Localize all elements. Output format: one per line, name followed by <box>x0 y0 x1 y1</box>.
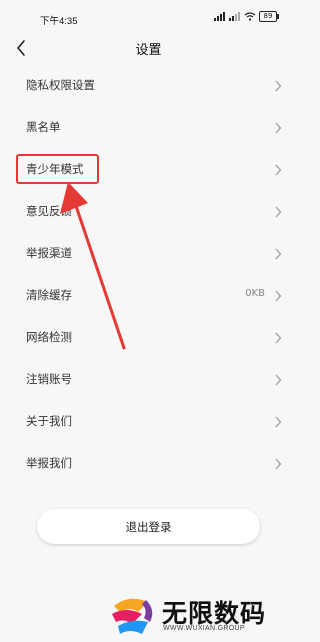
chevron-right-icon <box>275 416 282 428</box>
settings-item-label: 网络检测 <box>26 330 72 344</box>
settings-item-label: 意见反馈 <box>26 204 72 218</box>
settings-item-blacklist[interactable]: 黑名单 <box>0 106 297 148</box>
settings-item-about-us[interactable]: 关于我们 <box>0 400 297 442</box>
chevron-right-icon <box>275 80 282 92</box>
logout-button[interactable]: 退出登录 <box>37 509 260 544</box>
settings-list: 隐私权限设置 黑名单 青少年模式 意见反馈 举报渠道 清除缓存 0KB 网络检测… <box>0 64 297 484</box>
status-bar: 下午4:35 89 <box>0 0 297 36</box>
settings-item-label: 关于我们 <box>26 414 72 428</box>
settings-item-report-us[interactable]: 举报我们 <box>0 442 297 484</box>
status-icons: 89 <box>214 11 279 22</box>
page-title: 设置 <box>135 43 162 58</box>
navigation-bar: 设置 <box>0 36 297 60</box>
chevron-right-icon <box>275 206 282 218</box>
settings-item-delete-account[interactable]: 注销账号 <box>0 358 297 400</box>
settings-item-network-check[interactable]: 网络检测 <box>0 316 297 358</box>
settings-item-label: 隐私权限设置 <box>26 78 95 92</box>
chevron-right-icon <box>275 332 282 344</box>
settings-item-label: 黑名单 <box>26 120 61 134</box>
chevron-right-icon <box>275 248 282 260</box>
settings-item-feedback[interactable]: 意见反馈 <box>0 190 297 232</box>
wifi-icon <box>244 12 256 21</box>
highlight-box <box>16 154 99 184</box>
settings-item-label: 清除缓存 <box>26 288 72 302</box>
chevron-right-icon <box>275 164 282 176</box>
battery-icon: 89 <box>259 11 279 22</box>
settings-item-report-channel[interactable]: 举报渠道 <box>0 232 297 274</box>
chevron-right-icon <box>275 458 282 470</box>
watermark-url: WWW.WUXIAN.GROUP <box>163 625 245 632</box>
signal-icon-2 <box>229 12 240 21</box>
settings-item-label: 举报我们 <box>26 456 72 470</box>
chevron-right-icon <box>275 374 282 386</box>
settings-item-label: 注销账号 <box>26 372 72 386</box>
battery-level: 89 <box>263 12 273 20</box>
chevron-right-icon <box>275 122 282 134</box>
settings-item-clear-cache[interactable]: 清除缓存 0KB <box>0 274 297 316</box>
watermark-logo: 无限数码 WWW.WUXIAN.GROUP <box>108 592 290 638</box>
status-time: 下午4:35 <box>40 16 78 27</box>
brand-logo-icon <box>112 598 153 634</box>
signal-icon <box>214 12 225 21</box>
settings-item-label: 举报渠道 <box>26 246 72 260</box>
chevron-right-icon <box>275 290 282 302</box>
cache-size-value: 0KB <box>245 288 265 299</box>
settings-item-privacy[interactable]: 隐私权限设置 <box>0 64 297 106</box>
logout-label: 退出登录 <box>125 519 172 534</box>
